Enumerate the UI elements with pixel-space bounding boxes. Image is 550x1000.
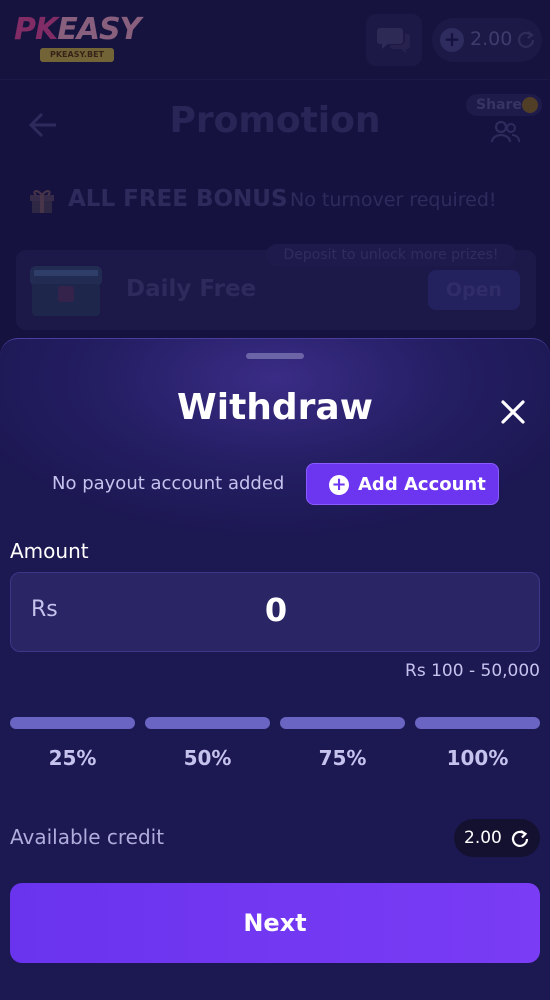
amount-range-hint: Rs 100 - 50,000 (405, 661, 540, 681)
add-account-label: Add Account (358, 474, 486, 495)
amount-label: Amount (10, 539, 89, 563)
payout-status-text: No payout account added (52, 473, 285, 494)
amount-input[interactable]: Rs 0 (10, 572, 540, 652)
refresh-icon[interactable] (510, 829, 530, 849)
sheet-title: Withdraw (177, 387, 373, 428)
percent-option-25[interactable]: 25% (10, 746, 135, 770)
drag-handle[interactable] (246, 353, 304, 359)
percent-option-75[interactable]: 75% (280, 746, 405, 770)
percent-bar-100[interactable] (415, 717, 540, 729)
amount-value[interactable]: 0 (11, 591, 541, 629)
percent-option-50[interactable]: 50% (145, 746, 270, 770)
percent-bar-50[interactable] (145, 717, 270, 729)
percent-bar-75[interactable] (280, 717, 405, 729)
add-account-button[interactable]: + Add Account (306, 463, 499, 505)
close-icon[interactable] (498, 397, 528, 427)
available-credit-label: Available credit (10, 825, 165, 849)
percent-bar-25[interactable] (10, 717, 135, 729)
plus-circle-icon: + (329, 475, 349, 495)
available-credit-pill: 2.00 (454, 819, 540, 857)
available-credit-value: 2.00 (464, 828, 502, 848)
withdraw-sheet: Withdraw No payout account added + Add A… (0, 338, 550, 1000)
next-button[interactable]: Next (10, 883, 540, 963)
percent-option-100[interactable]: 100% (415, 746, 540, 770)
